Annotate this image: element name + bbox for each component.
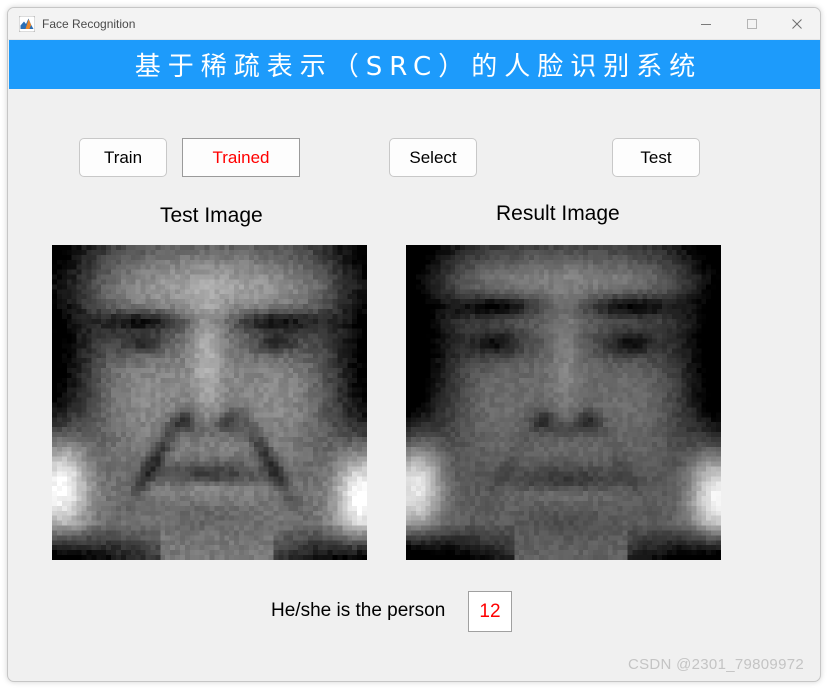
page-title: 基于稀疏表示（SRC）的人脸识别系统 (134, 52, 703, 82)
result-person-id-field[interactable]: 12 (468, 591, 512, 632)
title-bar: Face Recognition (8, 8, 820, 40)
trained-button[interactable]: Trained (182, 138, 300, 177)
minimize-button[interactable] (683, 8, 728, 39)
test-face-image (52, 245, 367, 560)
window-title: Face Recognition (42, 17, 136, 31)
close-icon (791, 18, 802, 29)
header-banner: 基于稀疏表示（SRC）的人脸识别系统 (9, 40, 820, 89)
matlab-icon (18, 15, 36, 33)
train-button[interactable]: Train (79, 138, 167, 177)
result-face-image (406, 245, 721, 560)
result-image-caption: Result Image (496, 202, 620, 225)
minimize-icon (700, 23, 711, 25)
result-person-id-value: 12 (479, 600, 501, 622)
test-button[interactable]: Test (612, 138, 700, 177)
result-text-label: He/she is the person (271, 600, 446, 621)
close-button[interactable] (774, 8, 819, 39)
application-window: Face Recognition 基于稀疏表示（SRC）的人脸识别系统 Trai… (7, 7, 821, 682)
maximize-button[interactable] (729, 8, 774, 39)
select-button[interactable]: Select (389, 138, 477, 177)
maximize-icon (746, 18, 757, 29)
watermark: CSDN @2301_79809972 (627, 656, 804, 673)
test-image-caption: Test Image (160, 204, 263, 227)
